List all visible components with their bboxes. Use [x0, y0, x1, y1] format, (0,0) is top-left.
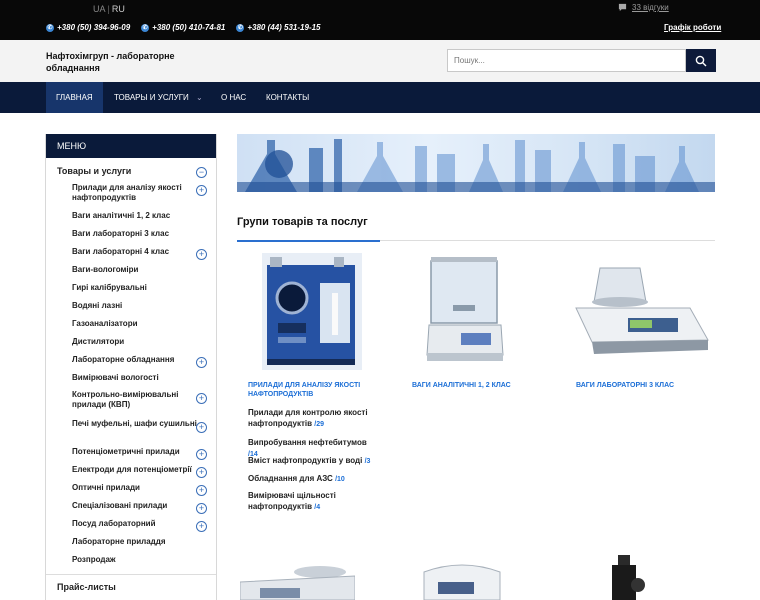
- lab-balance-illustration: [575, 267, 709, 354]
- product-title[interactable]: Прилади для аналізу якості нафтопродукті…: [248, 381, 378, 399]
- subcategory-label: Вимірювачі щільності нафтопродуктів: [248, 491, 336, 511]
- subcategory-link[interactable]: Обладнання для АЗС /10: [248, 473, 378, 485]
- phone-number[interactable]: ✆ +380 (50) 394-96-09: [46, 23, 130, 32]
- menu-item[interactable]: Розпродаж: [72, 555, 200, 565]
- lang-separator: |: [107, 4, 110, 14]
- menu-item[interactable]: Оптичні прилади: [72, 483, 200, 493]
- nav-contacts[interactable]: Контакты: [266, 82, 309, 113]
- phone-text: +380 (44) 531-19-15: [247, 23, 321, 32]
- search-button[interactable]: [686, 49, 716, 72]
- lang-ua-link[interactable]: UA: [93, 4, 106, 14]
- main-nav: Главная Товары и услуги ⌄ О нас Контакты: [0, 82, 760, 113]
- phone-text: +380 (50) 410-74-81: [152, 23, 226, 32]
- menu-item[interactable]: Прилади для аналізу якості нафтопродукті…: [72, 183, 200, 203]
- menu-item[interactable]: Печі муфельні, шафи сушильні: [72, 419, 200, 429]
- balance-illustration: [426, 257, 504, 361]
- top-bar: UA | RU 33 відгуки ✆ +380 (50) 394-96-09 ✆ +…: [0, 0, 760, 40]
- divider: [46, 574, 216, 575]
- phone-icon: ✆: [236, 23, 245, 32]
- glassware-illustration: [237, 139, 715, 192]
- menu-item[interactable]: Потенціометричні прилади: [72, 447, 200, 457]
- phone-number[interactable]: ✆ +380 (44) 531-19-15: [236, 23, 321, 32]
- product-image-lab-balance[interactable]: [572, 262, 710, 366]
- subcategory-count: /10: [335, 476, 345, 483]
- menu-list: Товары и услуги − Прилади для аналізу як…: [46, 158, 216, 598]
- product-title[interactable]: Ваги аналітичні 1, 2 клас: [412, 381, 532, 390]
- expand-icon[interactable]: +: [196, 485, 207, 496]
- expand-icon[interactable]: +: [196, 467, 207, 478]
- reviews-link[interactable]: 33 відгуки: [618, 3, 669, 12]
- banner-image: [237, 134, 715, 192]
- search-input[interactable]: [447, 49, 686, 72]
- subcategory-link[interactable]: Вимірювачі щільності нафтопродуктів /4: [248, 490, 378, 513]
- chevron-down-icon[interactable]: ⌄: [196, 93, 203, 102]
- phone-text: +380 (50) 394-96-09: [57, 23, 131, 32]
- menu-item[interactable]: Ваги-вологоміри: [72, 265, 200, 275]
- scale-illustration: [239, 566, 356, 600]
- menu-item[interactable]: Контрольно-вимірювальні прилади (КВП): [72, 390, 200, 410]
- menu-title: Меню: [46, 134, 216, 158]
- groups-title: Групи товарів та послуг: [237, 216, 368, 228]
- expand-icon[interactable]: +: [196, 357, 207, 368]
- analyzer-illustration: [262, 253, 362, 370]
- phone-list: ✆ +380 (50) 394-96-09 ✆ +380 (50) 410-74-8…: [46, 23, 321, 32]
- phone-icon: ✆: [46, 23, 54, 32]
- lang-ru-link[interactable]: RU: [112, 4, 125, 14]
- expand-icon[interactable]: +: [196, 521, 207, 532]
- product-image-analytic-balance[interactable]: [425, 255, 505, 367]
- subcategory-label: Обладнання для АЗС: [248, 474, 333, 483]
- subcategory-count: /3: [364, 458, 371, 465]
- phone-number[interactable]: ✆ +380 (50) 410-74-81: [141, 23, 225, 32]
- menu-item[interactable]: Електроди для потенціометрії: [72, 465, 200, 475]
- menu-item[interactable]: Посуд лабораторний: [72, 519, 200, 529]
- menu-item[interactable]: Ваги лабораторні 3 клас: [72, 229, 200, 239]
- menu-item[interactable]: Спеціалізовані прилади: [72, 501, 200, 511]
- menu-price-lists[interactable]: Прайс-листы: [57, 582, 185, 592]
- subcategory-count: /29: [314, 421, 325, 428]
- optical-instrument-illustration: [612, 555, 645, 600]
- sidebar-menu: Меню Товары и услуги − Прилади для аналі…: [45, 134, 217, 600]
- comment-icon: [618, 3, 627, 12]
- menu-item[interactable]: Лабораторне обладнання: [72, 355, 200, 365]
- moisture-analyzer-illustration: [423, 564, 501, 600]
- search-icon: [695, 55, 707, 66]
- expand-icon[interactable]: +: [196, 422, 207, 433]
- phone-icon: ✆: [141, 23, 150, 32]
- subcategory-label: Випробування нефтебитумов: [248, 438, 367, 447]
- menu-item[interactable]: Дистилятори: [72, 337, 200, 347]
- expand-icon[interactable]: +: [196, 185, 207, 196]
- expand-icon[interactable]: +: [196, 249, 207, 260]
- product-image-partial[interactable]: [418, 558, 506, 600]
- menu-item[interactable]: Лабораторне приладдя: [72, 537, 200, 547]
- work-schedule-link[interactable]: Графік роботи: [664, 23, 721, 32]
- product-image-partial[interactable]: [598, 555, 654, 600]
- menu-category-products[interactable]: Товары и услуги: [57, 166, 185, 176]
- subcategory-link[interactable]: Вміст нафтопродуктів у воді /3: [248, 455, 378, 467]
- site-header: Нафтохімгруп - лабораторне обладнання: [0, 40, 760, 82]
- subcategory-count: /4: [314, 504, 321, 511]
- menu-item[interactable]: Водяні лазні: [72, 301, 200, 311]
- product-image-partial[interactable]: [239, 558, 356, 600]
- expand-icon[interactable]: +: [196, 393, 207, 404]
- menu-item[interactable]: Газоаналізатори: [72, 319, 200, 329]
- site-name[interactable]: Нафтохімгруп - лабораторне обладнання: [46, 50, 206, 74]
- nav-home[interactable]: Главная: [46, 82, 103, 113]
- nav-products[interactable]: Товары и услуги: [114, 82, 189, 113]
- menu-item[interactable]: Ваги лабораторні 4 клас: [72, 247, 200, 257]
- subcategory-label: Прилади для контролю якості нафтопродукт…: [248, 408, 368, 428]
- reviews-label: 33 відгуки: [632, 3, 669, 12]
- menu-item[interactable]: Ваги аналітичні 1, 2 клас: [72, 211, 200, 221]
- product-title[interactable]: Ваги лабораторні 3 клас: [576, 381, 696, 390]
- expand-icon[interactable]: +: [196, 503, 207, 514]
- nav-about[interactable]: О нас: [221, 82, 246, 113]
- title-underline: [237, 240, 380, 242]
- menu-item[interactable]: Вимірювачі вологості: [72, 373, 200, 383]
- expand-icon[interactable]: +: [196, 449, 207, 460]
- subcategory-label: Вміст нафтопродуктів у воді: [248, 456, 363, 465]
- language-switcher: UA | RU: [93, 4, 125, 14]
- subcategory-link[interactable]: Прилади для контролю якості нафтопродукт…: [248, 407, 378, 430]
- menu-item[interactable]: Гирі калібрувальні: [72, 283, 200, 293]
- collapse-icon[interactable]: −: [196, 167, 207, 178]
- product-image-analyzer[interactable]: [262, 253, 362, 370]
